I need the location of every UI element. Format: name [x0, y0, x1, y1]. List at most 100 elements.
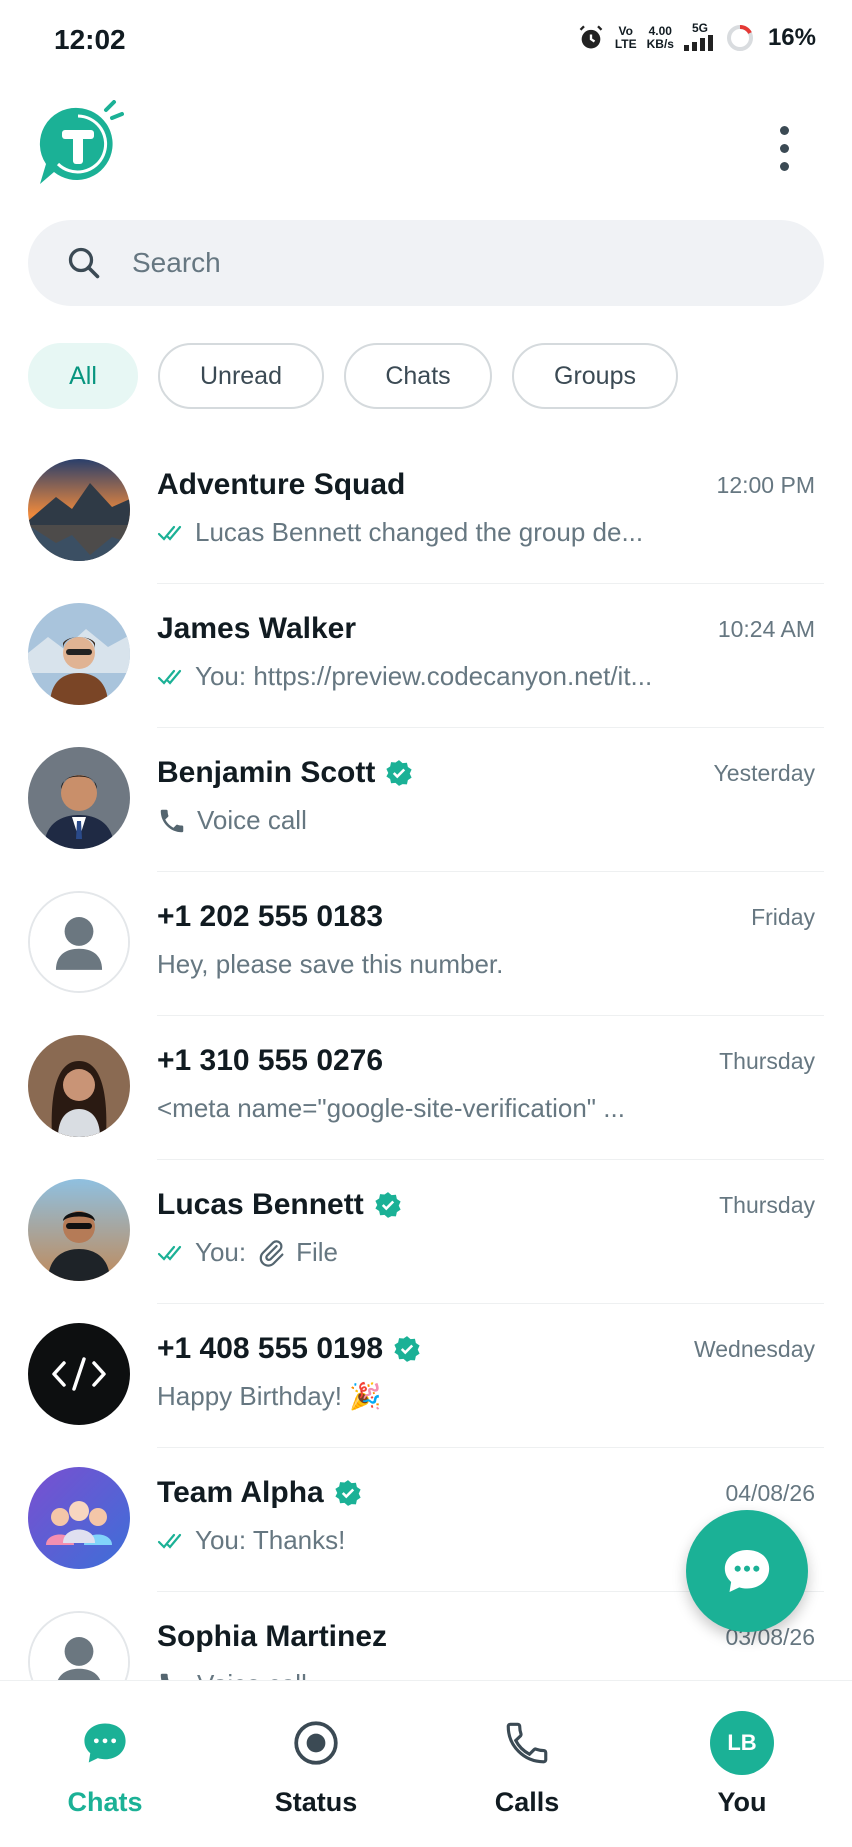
chat-name: James Walker: [157, 612, 357, 645]
nav-chats[interactable]: Chats: [25, 1711, 185, 1818]
signal-indicator: 5G: [683, 22, 716, 54]
app-logo: [32, 100, 124, 192]
chat-time: Yesterday: [713, 760, 815, 786]
chat-preview: Hey, please save this number.: [157, 949, 504, 979]
chat-row[interactable]: Lucas Bennett Thursday You: File: [0, 1160, 852, 1304]
filter-chats[interactable]: Chats: [344, 343, 492, 409]
avatar: LB: [710, 1711, 774, 1775]
network-type: Vo LTE: [614, 24, 637, 51]
double-check-icon: [157, 1533, 182, 1549]
avatar: [28, 891, 130, 993]
avatar: [28, 1035, 130, 1137]
search-bar[interactable]: Search: [28, 220, 824, 306]
chat-preview: Voice call: [157, 805, 307, 836]
man-suit-photo: [28, 747, 130, 849]
filter-groups[interactable]: Groups: [512, 343, 678, 409]
verified-badge-icon: [386, 760, 412, 786]
status-icons: Vo LTE 4.00 KB/s 5G 16%: [577, 22, 816, 54]
status-bar: 12:02 Vo LTE 4.00 KB/s 5G 16%: [0, 0, 852, 80]
dot-icon: [779, 143, 789, 153]
chat-time: Friday: [751, 904, 815, 930]
chat-name: +1 310 555 0276: [157, 1044, 384, 1077]
new-chat-icon: [724, 1550, 770, 1592]
avatar: [28, 1323, 130, 1425]
dot-icon: [779, 161, 789, 171]
filter-unread[interactable]: Unread: [158, 343, 324, 409]
code-icon: [28, 1323, 130, 1425]
chat-preview: Lucas Bennett changed the group de...: [157, 517, 643, 548]
phone-icon: [160, 809, 184, 832]
default-person-icon: [30, 893, 128, 991]
avatar: [28, 1179, 130, 1281]
chat-preview: You: File: [157, 1237, 338, 1268]
nav-status[interactable]: Status: [236, 1711, 396, 1818]
chat-time: Wednesday: [693, 1336, 815, 1362]
avatar: [28, 747, 130, 849]
chat-row[interactable]: +1 408 555 0198 Wednesday Happy Birthday…: [0, 1304, 852, 1448]
chat-row[interactable]: +1 202 555 0183 Friday Hey, please save …: [0, 872, 852, 1016]
paperclip-icon: [259, 1239, 284, 1267]
verified-badge-icon: [394, 1336, 420, 1362]
chat-row[interactable]: James Walker 10:24 AM You: https://previ…: [0, 584, 852, 728]
chat-name: +1 408 555 0198: [157, 1332, 421, 1366]
man-city-photo: [28, 1179, 130, 1281]
search-icon: [68, 247, 100, 279]
search-input[interactable]: Search: [132, 247, 221, 279]
chat-name: Sophia Martinez: [157, 1620, 388, 1653]
more-options-button[interactable]: [766, 118, 802, 178]
verified-badge-icon: [375, 1192, 401, 1218]
nav-you-label: You: [717, 1787, 767, 1817]
avatar: [28, 459, 130, 561]
phone-icon: [506, 1722, 548, 1764]
woman-photo: [28, 1035, 130, 1137]
chat-preview: You: https://preview.codecanyon.net/it..…: [157, 661, 652, 692]
battery-icon: [726, 25, 753, 51]
chat-preview: Happy Birthday! 🎉: [157, 1381, 382, 1411]
chat-list: Adventure Squad 12:00 PM Lucas Bennett c…: [0, 440, 852, 1680]
dot-icon: [779, 125, 789, 135]
chat-row[interactable]: Adventure Squad 12:00 PM Lucas Bennett c…: [0, 440, 852, 584]
signal-icon: [683, 35, 713, 51]
chat-bubble-icon: [84, 1723, 126, 1763]
chat-row[interactable]: +1 310 555 0276 Thursday <meta name="goo…: [0, 1016, 852, 1160]
avatar: [28, 603, 130, 705]
alarm-icon: [579, 25, 603, 49]
status-time: 12:02: [54, 24, 126, 55]
new-chat-button[interactable]: [686, 1510, 808, 1632]
chat-time: 10:24 AM: [717, 616, 815, 642]
battery-percent: 16%: [767, 24, 816, 51]
man-mountains-photo: [28, 603, 130, 705]
chat-row[interactable]: Benjamin Scott Yesterday Voice call: [0, 728, 852, 872]
chat-time: Thursday: [719, 1192, 815, 1218]
nav-chats-label: Chats: [67, 1787, 143, 1817]
chat-name: Benjamin Scott: [157, 756, 413, 790]
chat-name: Team Alpha: [157, 1476, 362, 1510]
nav-calls[interactable]: Calls: [447, 1711, 607, 1818]
double-check-icon: [157, 1245, 182, 1261]
nav-status-label: Status: [274, 1787, 358, 1817]
chat-name: Adventure Squad: [157, 468, 406, 501]
mountain-lake-photo: [28, 459, 130, 561]
double-check-icon: [157, 525, 182, 541]
chat-preview: <meta name="google-site-verification" ..…: [157, 1093, 625, 1123]
chat-time: 12:00 PM: [716, 472, 815, 498]
verified-badge-icon: [335, 1480, 361, 1506]
chat-preview: You: Thanks!: [157, 1525, 345, 1556]
nav-you[interactable]: LB You: [662, 1711, 822, 1818]
avatar: [28, 1467, 130, 1569]
phone-icon: [160, 1673, 169, 1680]
chat-time: Thursday: [719, 1048, 815, 1074]
network-speed: 4.00 KB/s: [646, 24, 674, 51]
filter-all[interactable]: All: [28, 343, 138, 409]
team-group-icon: [28, 1467, 130, 1569]
default-person-icon: [30, 1613, 128, 1680]
chat-name: Lucas Bennett: [157, 1188, 402, 1222]
chat-name: +1 202 555 0183: [157, 900, 384, 933]
chat-preview: Voice call: [157, 1669, 307, 1680]
double-check-icon: [157, 669, 182, 685]
bottom-nav: Chats Status Calls LB You: [0, 1680, 852, 1847]
nav-calls-label: Calls: [494, 1787, 560, 1817]
status-icon: [294, 1721, 338, 1765]
chat-time: 04/08/26: [725, 1480, 815, 1506]
filter-chips: All Unread Chats Groups: [28, 343, 678, 409]
